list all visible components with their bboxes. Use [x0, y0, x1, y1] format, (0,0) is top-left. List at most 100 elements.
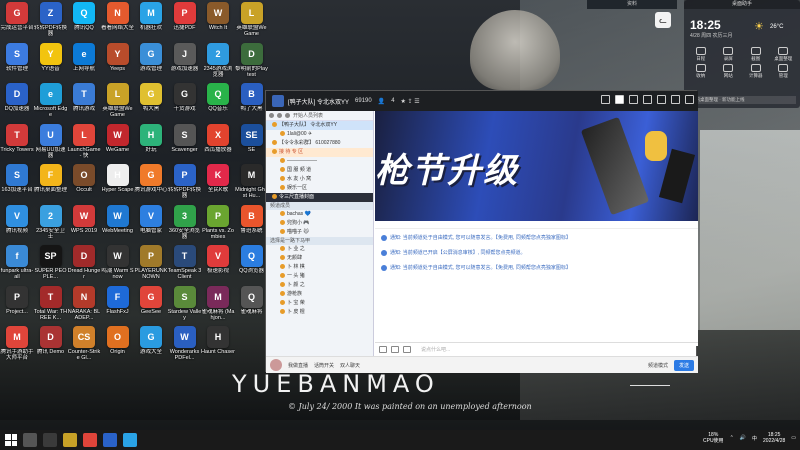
footer-item-1[interactable]: 话筒开关 [314, 362, 334, 369]
desktop-icon[interactable]: Y Yeeps [101, 42, 135, 85]
desktop-icon[interactable]: H Haunt Chaser [201, 326, 235, 368]
desktop-icon[interactable]: D 腾讯 Demo [34, 326, 68, 368]
channel-mode-dropdown[interactable]: 频道模式 [648, 362, 668, 369]
sub-user-item[interactable]: 卜 颜 之 [266, 281, 373, 290]
desktop-icon[interactable]: V 腾讯视频 [0, 204, 34, 247]
game-icon[interactable] [629, 95, 638, 104]
volume-icon[interactable]: 🔊 [740, 435, 746, 441]
desktop-icon[interactable]: M 雀魂麻将 (Mahjon... [201, 285, 235, 328]
desktop-icon[interactable]: L 英雄联盟WeGame [101, 83, 135, 125]
home-icon[interactable] [615, 95, 624, 104]
desktop-icon[interactable]: Q 腾讯QQ [67, 2, 101, 44]
taskbar-clock[interactable]: 18:25 2022/4/28 [763, 432, 785, 444]
desktop-icon[interactable]: 2 2345安全卫士 [34, 204, 68, 247]
gift-icon[interactable] [391, 346, 399, 353]
desktop-icon[interactable]: Q 雀魂麻将 [235, 285, 269, 328]
panel-button[interactable]: 桌面整理 [770, 47, 798, 62]
channel-item[interactable]: 【鸭子大队】 令北水双YY [266, 121, 373, 130]
desktop-icon[interactable]: G 鸭大黑 [134, 83, 168, 125]
channel-item[interactable]: 令三尺直播封面 [266, 193, 373, 202]
user-section-header[interactable]: 频道成员 [266, 202, 373, 210]
desktop-icon[interactable]: W WPS 2019 [67, 204, 101, 247]
channel-item[interactable]: —————— [266, 157, 373, 166]
sidebar-tab[interactable]: 开始人员列表 [293, 112, 323, 119]
close-icon[interactable] [685, 95, 694, 104]
desktop-icon[interactable]: W Witch It [201, 2, 235, 44]
user-icon[interactable] [269, 113, 274, 118]
desktop-icon[interactable]: G 游戏管理 [134, 42, 168, 85]
desktop-icon[interactable]: Y YY语音 [34, 42, 68, 85]
desktop-icon[interactable]: f funpark ultra-all [0, 245, 34, 287]
channel-item[interactable]: 国 服 频 道 [266, 166, 373, 175]
desktop-icon[interactable]: G 游戏大全 [134, 326, 168, 368]
desktop-icon[interactable]: V 电脑管家 [134, 204, 168, 247]
desktop-icon[interactable]: W Wonderarks PDFel... [168, 326, 202, 368]
search-icon[interactable] [277, 113, 282, 118]
user-item[interactable]: 兜狗小 🎮 [266, 219, 373, 228]
sub-user-item[interactable]: 卜 宝 荣 [266, 299, 373, 308]
desktop-icon[interactable]: U 网易UU加速器 [34, 123, 68, 166]
tray-chevron-icon[interactable]: ⌃ [730, 435, 734, 441]
desktop-icon[interactable]: L 英雄联盟WeGame [235, 2, 269, 44]
settings-icon[interactable] [285, 113, 290, 118]
channel-item[interactable]: 1lali@00 ✈ [266, 130, 373, 139]
more-icon[interactable] [643, 95, 652, 104]
desktop-icon[interactable]: T TeamSpeak 3 Client [168, 245, 202, 287]
desktop-icon[interactable]: W 鸣潮 Warm Snow [101, 245, 135, 287]
chat-input[interactable]: 说点什么吧... [421, 346, 694, 353]
desktop-icon[interactable]: X 西瓜播放器 [201, 123, 235, 166]
top-strip[interactable]: 资料 [587, 0, 677, 9]
footer-item-2[interactable]: 双人聊天 [340, 362, 360, 369]
desktop-icon[interactable]: G 完成运营平台 [0, 2, 34, 44]
panel-button[interactable]: 录屏 [715, 47, 743, 62]
sub-user-item[interactable]: 卜 业 之 [266, 245, 373, 254]
sub-section-header[interactable]: 选择是一路下马甲 [266, 237, 373, 245]
desktop-icon[interactable]: W WebMeeting [101, 204, 135, 247]
desktop-icon[interactable]: W WeGame [101, 123, 135, 166]
ime-indicator[interactable]: 中 [752, 435, 757, 442]
desktop-icon[interactable]: Z 转转PDF转换器 [34, 2, 68, 44]
avatar[interactable] [270, 359, 282, 371]
taskbar-app-icon[interactable] [83, 433, 97, 447]
desktop-icon[interactable]: e 上网导航 [67, 42, 101, 85]
event-banner[interactable]: 枪节升级 [375, 111, 698, 221]
panel-note[interactable]: 腾讯桌面整理 · 新功能上线 [688, 96, 796, 104]
desktop-icon[interactable]: CS Counter-Strike Gl... [67, 326, 101, 368]
desktop-icon[interactable]: O Origin [101, 326, 135, 368]
taskbar-app-icon[interactable] [123, 433, 137, 447]
desktop-icon[interactable]: G 腾讯游戏中心 [134, 164, 168, 206]
sub-user-item[interactable]: 无颜肆 [266, 254, 373, 263]
desktop-icon[interactable]: 2 2345游戏浏览器 [201, 42, 235, 85]
desktop-icon[interactable]: H 好玩 [134, 123, 168, 166]
desktop-icon[interactable]: SE SE [235, 123, 269, 166]
panel-button[interactable]: 截图 [742, 47, 770, 62]
panel-button[interactable]: 计算器 [742, 64, 770, 79]
desktop-icon[interactable]: P Project... [0, 285, 34, 328]
desktop-icon[interactable]: F FlashFxJ [101, 285, 135, 328]
panel-button[interactable]: 日程 [687, 47, 715, 62]
panel-button[interactable]: 收纳 [687, 64, 715, 79]
desktop-icon[interactable]: M 机器狂欢 [134, 2, 168, 44]
window-titlebar[interactable]: [鸭子大队] 令北水双YY 69190 👤 4 ★ ⇪ ☰ [266, 91, 698, 111]
desktop-icon[interactable]: Q QQ音乐 [201, 83, 235, 125]
desktop-icon[interactable]: K 全民K歌 [201, 164, 235, 206]
channel-item[interactable]: 接 待 专 区 [266, 148, 373, 157]
channel-item[interactable]: 水 友 小 窝 [266, 175, 373, 184]
footer-item-0[interactable]: 我做直播 [288, 362, 308, 369]
desktop-icon[interactable]: 3 360安全浏览器 [168, 204, 202, 247]
desktop-icon[interactable]: N 看看网络大全 [101, 2, 135, 44]
desktop-icon[interactable]: S Scavenger [168, 123, 202, 166]
desktop-icon[interactable]: e Microsoft Edge [34, 83, 68, 125]
desktop-icon[interactable]: D DQ加速器 [0, 83, 34, 125]
image-icon[interactable] [403, 346, 411, 353]
desktop-icon[interactable]: S 软件管理 [0, 42, 34, 85]
channel-item[interactable]: 【令令永彩群】 610027880 [266, 139, 373, 148]
desktop-icon[interactable]: T Tricky Towers [0, 123, 34, 166]
sub-user-item[interactable]: 卜 皮 棍 [266, 308, 373, 317]
desktop-icon[interactable]: D Dread Hunger [67, 245, 101, 287]
sub-user-item[interactable]: 卜 林 棋 [266, 263, 373, 272]
desktop-icon[interactable]: J 游戏加速器 [168, 42, 202, 85]
desktop-icon[interactable]: D 黎明前的Playtest [235, 42, 269, 85]
desktop-icon[interactable]: P Plants vs. Zombies [201, 204, 235, 247]
desktop-icon[interactable]: O Occult [67, 164, 101, 206]
